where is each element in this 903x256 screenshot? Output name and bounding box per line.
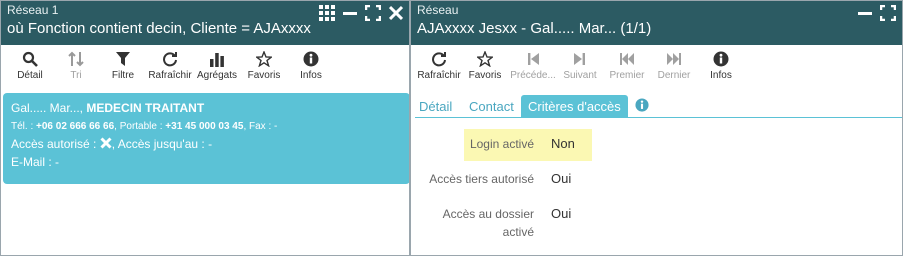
- field-label-line1: Accès au dossier: [442, 207, 534, 221]
- cross-icon: [100, 137, 112, 149]
- tab-contact[interactable]: Contact: [465, 95, 518, 118]
- access-until-label: , Accès jusqu'au : -: [111, 137, 213, 151]
- tel-label: Tél. :: [11, 121, 34, 132]
- bar-chart-icon: [210, 53, 224, 67]
- infos-button-label: Infos: [300, 70, 322, 81]
- right-panel-title: Réseau: [417, 3, 459, 17]
- access-authorized-label: Accès autorisé :: [11, 137, 97, 151]
- left-panel-header: Réseau 1 où Fonction contient decin, Cli…: [1, 1, 409, 45]
- right-toolbar: Rafraîchir Favoris Précéde... Suivant Pr…: [411, 45, 902, 91]
- right-window-controls: [858, 5, 896, 21]
- right-panel-subtitle: AJAxxxx Jesxx - Gal..... Mar... (1/1): [417, 20, 652, 37]
- star-icon: [256, 51, 272, 67]
- field-value: Oui: [551, 206, 572, 221]
- info-icon: [303, 51, 319, 67]
- contact-email-line: E-Mail : -: [11, 155, 59, 169]
- contact-access-line: Accès autorisé : , Accès jusqu'au : -: [11, 137, 402, 151]
- sort-icon: [68, 51, 84, 67]
- star-icon: [477, 51, 493, 67]
- grid-icon[interactable]: [319, 5, 335, 21]
- field-label: Accès tiers autorisé: [429, 172, 534, 186]
- portable-value: +31 45 000 03 45: [165, 121, 244, 132]
- fast-forward-icon: [667, 53, 681, 65]
- fax-label: , Fax : -: [243, 121, 278, 132]
- network-contact-card[interactable]: Gal..... Mar..., MEDECIN TRAITANT Tél. :…: [3, 93, 409, 184]
- right-panel: Réseau AJAxxxx Jesxx - Gal..... Mar... (…: [410, 0, 903, 256]
- left-panel: Réseau 1 où Fonction contient decin, Cli…: [0, 0, 410, 256]
- contact-role: MEDECIN TRAITANT: [86, 101, 205, 115]
- infos-button[interactable]: Infos: [693, 51, 749, 81]
- contact-phone-line: Tél. : +06 02 666 66 66, Portable : +31 …: [11, 121, 402, 132]
- field-value: Oui: [551, 171, 572, 186]
- field-value: Non: [551, 136, 575, 151]
- left-panel-subtitle: où Fonction contient decin, Cliente = AJ…: [7, 20, 311, 37]
- access-criteria-content: Login activé Non Accès tiers autorisé Ou…: [411, 119, 902, 255]
- minimize-icon[interactable]: [343, 5, 357, 21]
- field-label: Accès au dossier activé: [443, 205, 534, 241]
- infos-button-label: Infos: [710, 70, 732, 81]
- info-icon[interactable]: [635, 98, 649, 117]
- step-forward-icon: [574, 53, 585, 65]
- infos-button[interactable]: Infos: [283, 51, 339, 81]
- detail-tabs: Détail Contact Critères d'accès: [415, 92, 902, 118]
- filter-icon: [116, 52, 130, 66]
- tab-access-criteria[interactable]: Critères d'accès: [521, 95, 628, 118]
- left-window-controls: [319, 5, 403, 21]
- maximize-icon[interactable]: [880, 5, 896, 21]
- minimize-icon[interactable]: [858, 5, 872, 21]
- left-panel-title: Réseau 1: [7, 3, 59, 17]
- close-icon[interactable]: [389, 5, 403, 21]
- search-icon: [22, 51, 38, 67]
- refresh-icon: [163, 52, 177, 67]
- info-icon: [713, 51, 729, 67]
- rewind-icon: [620, 53, 634, 65]
- tel-value: +06 02 666 66 66: [36, 121, 115, 132]
- contact-name: Gal..... Mar...,: [11, 101, 84, 115]
- contact-name-line: Gal..... Mar..., MEDECIN TRAITANT: [11, 101, 402, 115]
- app-root: Réseau 1 où Fonction contient decin, Cli…: [0, 0, 903, 256]
- refresh-icon: [432, 52, 446, 67]
- portable-label: , Portable :: [114, 121, 163, 132]
- field-label: Login activé: [469, 137, 534, 151]
- left-toolbar: Détail Tri Filtre Rafraîchir Agrégats Fa…: [1, 45, 409, 91]
- field-label-line2: activé: [502, 225, 534, 239]
- maximize-icon[interactable]: [365, 5, 381, 21]
- right-panel-header: Réseau AJAxxxx Jesxx - Gal..... Mar... (…: [411, 1, 902, 45]
- tab-detail[interactable]: Détail: [415, 95, 456, 118]
- step-backward-icon: [528, 53, 539, 65]
